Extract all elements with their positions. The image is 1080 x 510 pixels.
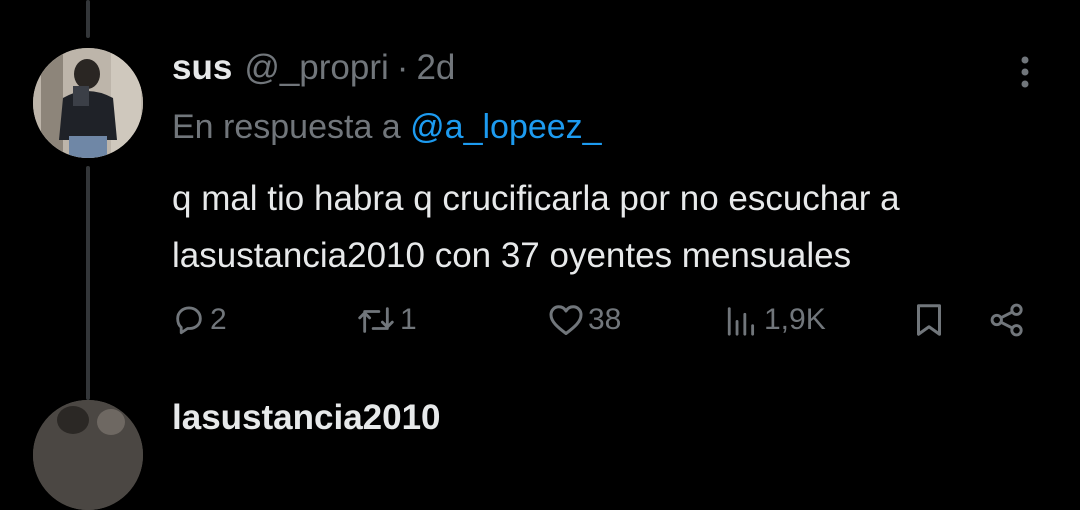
next-reply-display-name[interactable]: lasustancia2010: [172, 398, 441, 438]
reply-context: En respuesta a @a_lopeez_: [172, 108, 602, 147]
separator-dot: ·: [396, 48, 409, 87]
retweet-icon: [358, 307, 394, 333]
retweet-button[interactable]: 1: [356, 298, 417, 342]
retweet-count: 1: [400, 303, 417, 336]
timestamp[interactable]: 2d: [416, 48, 455, 88]
views-button[interactable]: 1,9K: [724, 298, 826, 342]
reply-icon: [176, 306, 202, 335]
reply-mention-link[interactable]: @a_lopeez_: [410, 108, 601, 146]
reply-button[interactable]: 2: [172, 298, 227, 342]
thread-line-bottom: [86, 166, 90, 400]
share-button[interactable]: [988, 298, 1026, 342]
avatar[interactable]: [33, 48, 143, 158]
bookmark-icon: [917, 304, 941, 336]
bookmark-button[interactable]: [912, 298, 946, 342]
like-count: 38: [588, 303, 622, 336]
share-icon: [990, 303, 1023, 337]
next-reply-avatar[interactable]: [33, 400, 143, 510]
views-icon: [727, 307, 755, 336]
reply-prefix: En respuesta a: [172, 108, 401, 146]
views-count: 1,9K: [764, 303, 826, 336]
display-name[interactable]: sus: [172, 48, 232, 88]
heart-icon: [549, 305, 583, 335]
reply-count: 2: [210, 303, 227, 336]
thread-line-top: [86, 0, 90, 38]
tweet-header: sus @_propri · 2d: [172, 48, 455, 90]
user-handle[interactable]: @_propri: [244, 48, 388, 88]
more-vertical-icon[interactable]: [1010, 52, 1040, 92]
like-button[interactable]: 38: [548, 298, 621, 342]
tweet-text: q mal tio habra q crucificarla por no es…: [172, 179, 900, 275]
